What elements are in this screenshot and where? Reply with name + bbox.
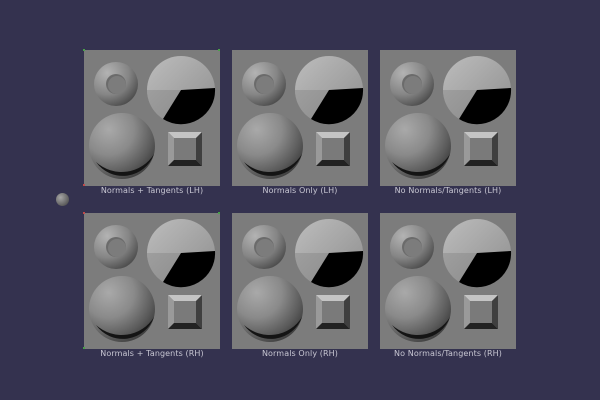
scene-render [84, 50, 220, 186]
axis-marker [83, 212, 85, 214]
axis-marker [83, 347, 85, 349]
panel-normals-tangents-lh [84, 50, 220, 186]
scene-render [84, 213, 220, 349]
axis-marker [83, 49, 85, 51]
panel-no-normals-lh [380, 50, 516, 186]
scene-render [232, 213, 368, 349]
panel-no-normals-rh [380, 213, 516, 349]
caption-no-normals-rh: No Normals/Tangents (RH) [394, 349, 502, 358]
panel-normals-only-lh [232, 50, 368, 186]
axis-marker [218, 49, 220, 51]
axis-marker [218, 212, 220, 214]
panel-normals-tangents-rh [84, 213, 220, 349]
caption-no-normals-lh: No Normals/Tangents (LH) [394, 186, 502, 195]
scene-render [380, 213, 516, 349]
panel-normals-only-rh [232, 213, 368, 349]
axis-marker [83, 184, 85, 186]
scene-render [232, 50, 368, 186]
scene-render [380, 50, 516, 186]
